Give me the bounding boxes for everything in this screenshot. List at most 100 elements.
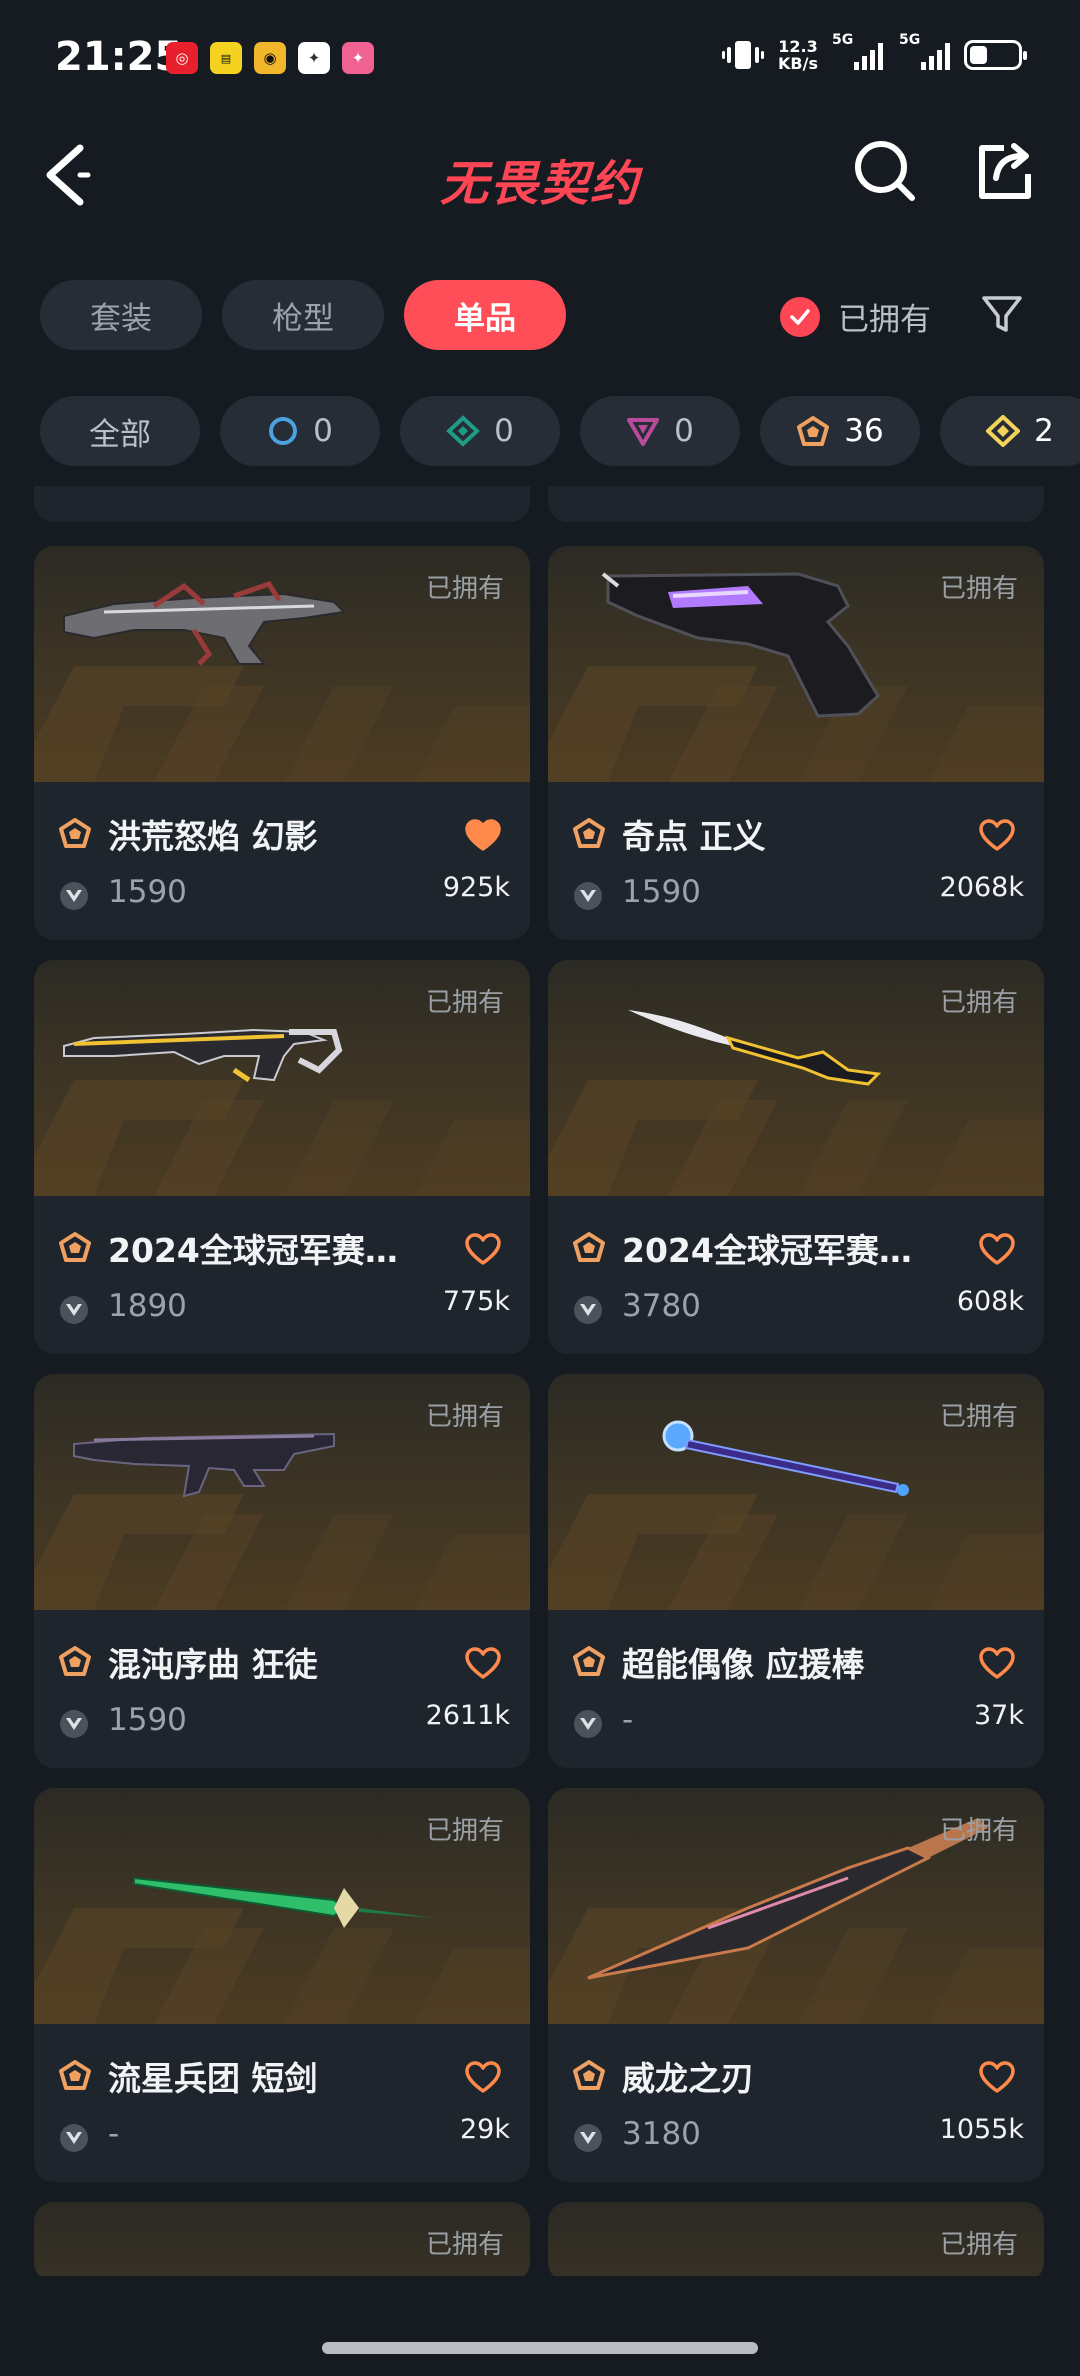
owned-tag: 已拥有	[425, 988, 504, 1018]
share-icon[interactable]	[972, 138, 1038, 204]
exclusive-tier-icon	[59, 2060, 91, 2090]
heart-icon[interactable]	[464, 1646, 502, 1680]
exclusive-tier-icon	[573, 1232, 605, 1262]
item-card[interactable]: 已拥有 洪荒怒焰 幻影 1590 925k	[34, 546, 530, 940]
item-image: 已拥有	[548, 1374, 1044, 1610]
item-likes: 29k	[460, 2114, 510, 2145]
exclusive-tier-icon	[797, 416, 830, 446]
item-likes: 608k	[956, 1286, 1024, 1317]
item-image: 已拥有	[34, 2202, 530, 2276]
status-indicators: 12.3 KB/s 5G 5G	[722, 32, 1027, 72]
exclusive-tier-icon	[59, 1646, 91, 1676]
valorant-points-icon	[60, 882, 88, 910]
rarity-exclusive-chip[interactable]: 36	[760, 396, 920, 466]
valorant-points-icon	[574, 2124, 602, 2152]
rarity-ultra-chip[interactable]: 2	[940, 396, 1080, 466]
heart-icon[interactable]	[978, 2060, 1016, 2094]
item-card[interactable]: 已拥有 混沌序曲 狂徒 1590 2611k	[34, 1374, 530, 1768]
item-name: 洪荒怒焰 幻影	[108, 817, 318, 856]
rarity-select-count: 0	[313, 413, 333, 449]
rarity-filter-row: 全部 0 0 0 36 2	[40, 396, 1080, 468]
heart-icon[interactable]	[978, 818, 1016, 852]
owned-tag: 已拥有	[425, 1402, 504, 1432]
item-card[interactable]: 已拥有	[548, 2202, 1044, 2276]
valorant-points-icon	[574, 1296, 602, 1324]
rarity-exclusive-count: 36	[844, 413, 884, 449]
item-name: 混沌序曲 狂徒	[108, 1645, 318, 1684]
app-title: 无畏契约	[439, 156, 640, 212]
ultra-tier-icon	[986, 415, 1021, 447]
valorant-points-icon	[574, 882, 602, 910]
heart-icon[interactable]	[978, 1232, 1016, 1266]
item-image: 已拥有	[548, 960, 1044, 1196]
heart-icon[interactable]	[464, 1232, 502, 1266]
app-mascot-pink-icon: ✦	[342, 42, 374, 74]
owned-filter-toggle[interactable]: 已拥有	[780, 294, 931, 339]
item-price: -	[622, 1702, 634, 1738]
status-bar: 21:25 ◎ ▤ ◉ ✦ ✦ 12.3 KB/s 5G 5G	[0, 0, 1080, 118]
search-icon[interactable]	[852, 138, 918, 204]
item-card[interactable]: 已拥有 威龙之刃 3180 1055k	[548, 1788, 1044, 2182]
item-card[interactable]: 已拥有 超能偶像 应援棒 - 37k	[548, 1374, 1044, 1768]
item-image: 已拥有	[34, 960, 530, 1196]
item-card[interactable]: 已拥有 2024全球冠军赛… 1890 775k	[34, 960, 530, 1354]
owned-tag: 已拥有	[939, 574, 1018, 604]
signal-sim2-icon: 5G	[899, 32, 950, 70]
item-name: 流星兵团 短剑	[108, 2059, 318, 2098]
vibrate-icon	[722, 41, 765, 69]
deluxe-tier-icon	[446, 415, 481, 447]
item-card[interactable]: 已拥有 流星兵团 短剑 - 29k	[34, 1788, 530, 2182]
item-price: 1590	[622, 874, 701, 910]
item-price: 1590	[108, 1702, 187, 1738]
heart-icon[interactable]	[978, 1646, 1016, 1680]
home-indicator[interactable]	[322, 2342, 758, 2354]
item-image: 已拥有	[548, 1788, 1044, 2024]
rarity-select-chip[interactable]: 0	[220, 396, 380, 466]
card-peek-top	[34, 486, 530, 522]
premium-tier-icon	[627, 418, 660, 446]
item-image: 已拥有	[548, 546, 1044, 782]
item-name: 超能偶像 应援棒	[622, 1645, 865, 1684]
checkmark-icon	[780, 296, 820, 337]
category-tabs: 套装 枪型 单品	[40, 280, 566, 350]
item-image: 已拥有	[34, 546, 530, 782]
item-image: 已拥有	[34, 1788, 530, 2024]
notification-app-icons: ◎ ▤ ◉ ✦ ✦	[166, 42, 374, 74]
rarity-premium-chip[interactable]: 0	[580, 396, 740, 466]
tab-single-item[interactable]: 单品	[404, 280, 566, 350]
owned-filter-label: 已拥有	[838, 302, 931, 338]
heart-icon[interactable]	[464, 2060, 502, 2094]
app-header: 无畏契约	[0, 118, 1080, 228]
tab-weapon-type[interactable]: 枪型	[222, 280, 384, 350]
item-card[interactable]: 已拥有 奇点 正义 1590 2068k	[548, 546, 1044, 940]
valorant-points-icon	[60, 1710, 88, 1738]
item-image: 已拥有	[34, 1374, 530, 1610]
item-name: 2024全球冠军赛…	[108, 1231, 398, 1270]
owned-tag: 已拥有	[939, 988, 1018, 1018]
sim2-label: 5G	[899, 32, 921, 48]
heart-icon[interactable]	[464, 818, 502, 852]
item-likes: 775k	[442, 1286, 510, 1317]
item-likes: 1055k	[939, 2114, 1024, 2145]
status-time: 21:25	[55, 34, 183, 80]
owned-tag: 已拥有	[425, 574, 504, 604]
rarity-ultra-count: 2	[1034, 413, 1054, 449]
item-price: -	[108, 2116, 120, 2152]
item-price: 1590	[108, 874, 187, 910]
network-speed-value: 12.3	[778, 37, 818, 56]
filter-icon[interactable]	[978, 290, 1026, 338]
item-grid: 已拥有 洪荒怒焰 幻影 1590 925k 已拥有 奇点 正义 1590 206…	[34, 486, 1046, 2276]
item-likes: 2611k	[425, 1700, 510, 1731]
rarity-all-chip[interactable]: 全部	[40, 396, 200, 466]
app-yellow-icon: ▤	[210, 42, 242, 74]
rarity-all-label: 全部	[89, 416, 151, 453]
item-card[interactable]: 已拥有 2024全球冠军赛… 3780 608k	[548, 960, 1044, 1354]
item-likes: 37k	[974, 1700, 1024, 1731]
signal-sim1-icon: 5G	[832, 32, 883, 70]
item-card[interactable]: 已拥有	[34, 2202, 530, 2276]
tab-collection[interactable]: 套装	[40, 280, 202, 350]
exclusive-tier-icon	[573, 1646, 605, 1676]
rarity-deluxe-chip[interactable]: 0	[400, 396, 560, 466]
sim1-label: 5G	[832, 32, 854, 48]
item-price: 3180	[622, 2116, 701, 2152]
